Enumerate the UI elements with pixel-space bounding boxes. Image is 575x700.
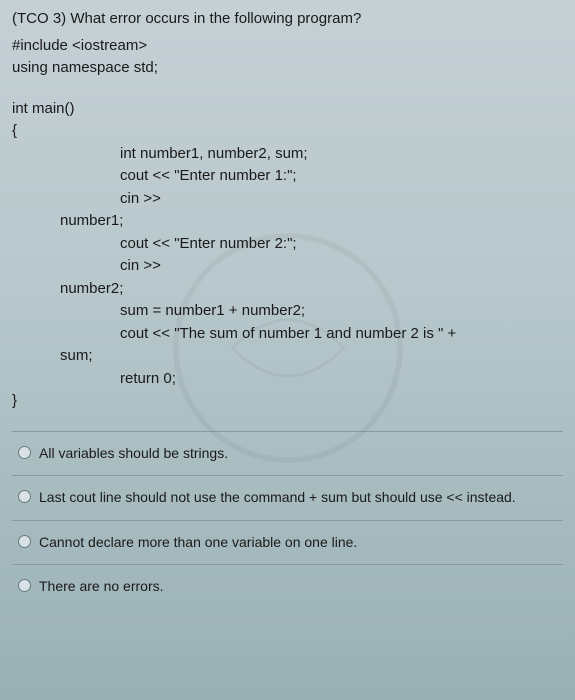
code-line: number2; — [12, 278, 563, 301]
option-text: Last cout line should not use the comman… — [39, 488, 516, 508]
code-line: return 0; — [12, 368, 563, 391]
radio-button[interactable] — [18, 490, 31, 503]
code-line: cout << "Enter number 2:"; — [12, 233, 563, 256]
option-row[interactable]: All variables should be strings. — [12, 431, 563, 476]
code-line: sum = number1 + number2; — [12, 300, 563, 323]
code-line: cin >> — [12, 255, 563, 278]
code-block: #include <iostream>using namespace std; i… — [12, 35, 563, 413]
code-line: int number1, number2, sum; — [12, 143, 563, 166]
option-text: All variables should be strings. — [39, 444, 228, 464]
option-row[interactable]: Cannot declare more than one variable on… — [12, 520, 563, 565]
option-row[interactable]: Last cout line should not use the comman… — [12, 475, 563, 520]
options-container: All variables should be strings. Last cou… — [12, 431, 563, 601]
code-line: cin >> — [12, 188, 563, 211]
code-line: { — [12, 120, 563, 143]
radio-button[interactable] — [18, 579, 31, 592]
code-line: #include <iostream> — [12, 35, 563, 58]
radio-button[interactable] — [18, 446, 31, 459]
option-row[interactable]: There are no errors. — [12, 564, 563, 601]
code-line: } — [12, 390, 563, 413]
question-header: (TCO 3) What error occurs in the followi… — [12, 8, 563, 31]
radio-button[interactable] — [18, 535, 31, 548]
option-text: Cannot declare more than one variable on… — [39, 533, 357, 553]
code-line: cout << "The sum of number 1 and number … — [12, 323, 563, 346]
question-container: (TCO 3) What error occurs in the followi… — [12, 8, 563, 601]
code-line: number1; — [12, 210, 563, 233]
option-text: There are no errors. — [39, 577, 164, 597]
code-line: using namespace std; — [12, 57, 563, 80]
code-blank-line — [12, 80, 563, 98]
code-line: sum; — [12, 345, 563, 368]
code-line: int main() — [12, 98, 563, 121]
code-line: cout << "Enter number 1:"; — [12, 165, 563, 188]
